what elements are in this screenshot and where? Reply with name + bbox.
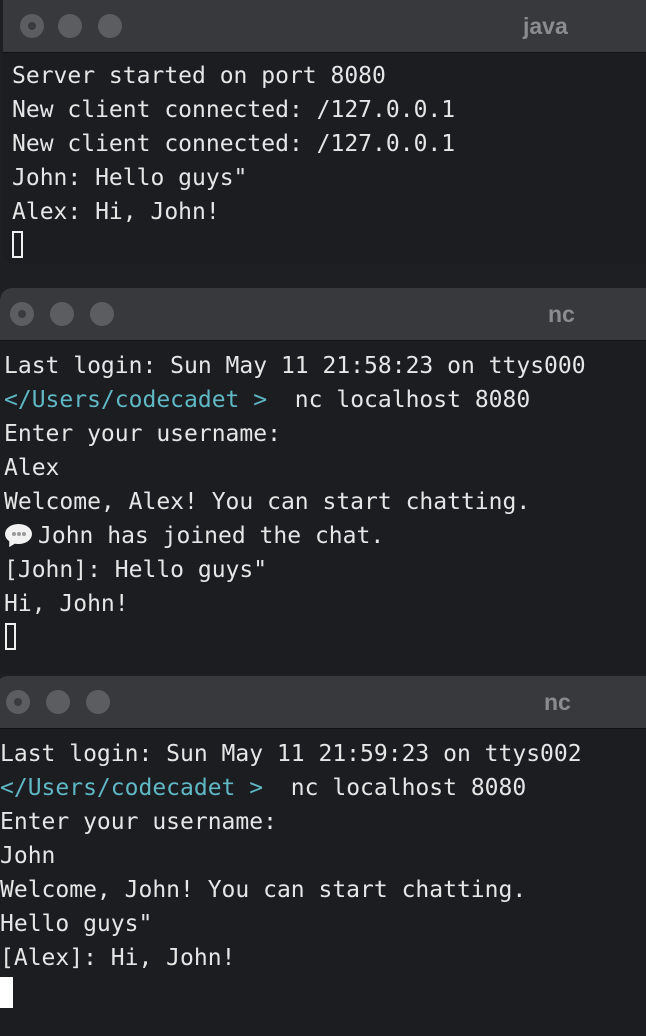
minimize-button[interactable] bbox=[50, 302, 74, 326]
text-cursor bbox=[12, 231, 23, 258]
close-button[interactable] bbox=[20, 14, 44, 38]
window-title: nc bbox=[548, 301, 575, 327]
terminal-line: Alex: Hi, John! bbox=[12, 199, 220, 225]
terminal-window-nc-john[interactable]: nc Last login: Sun May 11 21:59:23 on tt… bbox=[0, 676, 646, 1036]
terminal-line: Alex bbox=[4, 455, 60, 481]
close-button[interactable] bbox=[6, 690, 30, 714]
command-text: nc localhost 8080 bbox=[267, 387, 531, 413]
terminal-line: Last login: Sun May 11 21:59:23 on ttys0… bbox=[0, 741, 582, 767]
terminal-window-nc-alex[interactable]: nc Last login: Sun May 11 21:58:23 on tt… bbox=[0, 288, 646, 674]
close-button[interactable] bbox=[10, 302, 34, 326]
join-message-line: John has joined the chat. bbox=[4, 519, 384, 553]
join-message-text: John has joined the chat. bbox=[38, 523, 385, 549]
window-title: nc bbox=[544, 689, 571, 715]
title-bar[interactable]: nc bbox=[0, 288, 646, 341]
terminal-line: Server started on port 8080 bbox=[12, 63, 386, 89]
title-bar[interactable]: java bbox=[3, 0, 646, 53]
terminal-line: Welcome, Alex! You can start chatting. bbox=[4, 489, 531, 515]
terminal-output[interactable]: Last login: Sun May 11 21:58:23 on ttys0… bbox=[0, 341, 646, 674]
shell-prompt: </Users/codecadet > bbox=[4, 387, 268, 413]
command-text: nc localhost 8080 bbox=[263, 775, 527, 801]
terminal-line: John: Hello guys" bbox=[12, 165, 248, 191]
terminal-window-java[interactable]: java Server started on port 8080 New cli… bbox=[3, 0, 646, 264]
zoom-button[interactable] bbox=[86, 690, 110, 714]
speech-bubble-icon bbox=[4, 524, 32, 550]
minimize-button[interactable] bbox=[46, 690, 70, 714]
terminal-line: Enter your username: bbox=[0, 809, 277, 835]
text-cursor bbox=[0, 977, 13, 1008]
shell-prompt: </Users/codecadet > bbox=[0, 775, 264, 801]
title-bar[interactable]: nc bbox=[0, 676, 646, 729]
terminal-output[interactable]: Last login: Sun May 11 21:59:23 on ttys0… bbox=[0, 729, 646, 1036]
window-title: java bbox=[523, 13, 568, 39]
terminal-line: [John]: Hello guys" bbox=[4, 557, 268, 583]
terminal-line: [Alex]: Hi, John! bbox=[0, 945, 236, 971]
terminal-line: Enter your username: bbox=[4, 421, 281, 447]
terminal-line: Last login: Sun May 11 21:58:23 on ttys0… bbox=[4, 353, 586, 379]
terminal-line: New client connected: /127.0.0.1 bbox=[12, 131, 456, 157]
zoom-button[interactable] bbox=[98, 14, 122, 38]
zoom-button[interactable] bbox=[90, 302, 114, 326]
text-cursor bbox=[5, 623, 16, 650]
terminal-line: Hi, John! bbox=[4, 591, 129, 617]
prompt-line: </Users/codecadet > nc localhost 8080 bbox=[0, 771, 526, 805]
terminal-line: John bbox=[0, 843, 56, 869]
prompt-line: </Users/codecadet > nc localhost 8080 bbox=[4, 383, 530, 417]
terminal-line: Welcome, John! You can start chatting. bbox=[0, 877, 527, 903]
terminal-line: Hello guys" bbox=[0, 911, 153, 937]
terminal-output[interactable]: Server started on port 8080 New client c… bbox=[3, 53, 646, 264]
minimize-button[interactable] bbox=[58, 14, 82, 38]
terminal-line: New client connected: /127.0.0.1 bbox=[12, 97, 456, 123]
